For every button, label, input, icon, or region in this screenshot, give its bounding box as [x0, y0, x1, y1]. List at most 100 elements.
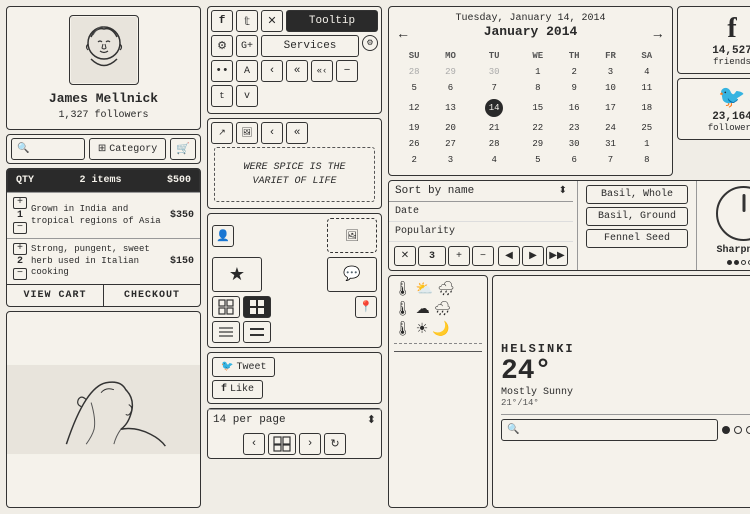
sort-arrow[interactable]: ⬍	[559, 185, 567, 197]
dot-2[interactable]	[734, 426, 742, 434]
cal-day[interactable]: 20	[433, 121, 467, 135]
prev-prev-btn[interactable]: «	[286, 60, 308, 82]
cal-day[interactable]: 9	[557, 81, 591, 95]
cal-day[interactable]: 13	[433, 97, 467, 119]
grid-page-btn[interactable]	[268, 433, 296, 455]
qty-decrease-1[interactable]: −	[13, 222, 27, 234]
category-button[interactable]: ⊞ Category	[89, 138, 166, 160]
cal-next-btn[interactable]: →	[650, 27, 666, 43]
next-page-btn[interactable]: ›	[299, 433, 321, 455]
cal-day[interactable]: 4	[630, 65, 664, 79]
cal-day[interactable]: 5	[521, 153, 555, 167]
cal-day[interactable]: 18	[630, 97, 664, 119]
cal-day[interactable]: 10	[593, 81, 627, 95]
qty-increase-1[interactable]: +	[13, 197, 27, 209]
cal-day[interactable]: 7	[470, 81, 519, 95]
tumblr-btn[interactable]: t	[211, 85, 233, 107]
dot-3[interactable]	[746, 426, 750, 434]
cal-day[interactable]: 25	[630, 121, 664, 135]
dot-1[interactable]	[722, 426, 730, 434]
list-view2-btn[interactable]	[243, 321, 271, 343]
chat-btn[interactable]: 💬	[327, 257, 377, 292]
arrow-left3-btn[interactable]: «	[286, 122, 308, 144]
facebook-icon-btn[interactable]: f	[211, 10, 233, 32]
user-icon-btn[interactable]: 👤	[212, 225, 234, 247]
sort-popularity[interactable]: Popularity	[389, 222, 573, 242]
cal-day[interactable]: 26	[397, 137, 431, 151]
cal-day[interactable]: 15	[521, 97, 555, 119]
cal-day[interactable]: 27	[433, 137, 467, 151]
ctrl-plus-btn[interactable]: +	[448, 246, 470, 266]
cal-day[interactable]: 17	[593, 97, 627, 119]
ctrl-next-btn[interactable]: ▶▶	[546, 246, 568, 266]
cal-day[interactable]: 19	[397, 121, 431, 135]
cal-day[interactable]: 28	[397, 65, 431, 79]
gear-icon-btn[interactable]: ⚙	[362, 35, 378, 51]
cal-day[interactable]: 5	[397, 81, 431, 95]
text-btn[interactable]: A	[236, 60, 258, 82]
share-btn[interactable]: ↗	[211, 122, 233, 144]
tweet-button[interactable]: 🐦 Tweet	[212, 357, 275, 377]
ctrl-play-btn[interactable]: ▶	[522, 246, 544, 266]
prev-btn[interactable]: ‹	[261, 60, 283, 82]
refresh-btn[interactable]: ↻	[324, 433, 346, 455]
cal-day[interactable]: 8	[630, 153, 664, 167]
tooltip-button[interactable]: Tooltip	[286, 10, 378, 32]
cal-day[interactable]: 30	[470, 65, 519, 79]
cal-day[interactable]: 28	[470, 137, 519, 151]
cal-day[interactable]: 1	[630, 137, 664, 151]
cal-day[interactable]: 12	[397, 97, 431, 119]
cal-day[interactable]: 31	[593, 137, 627, 151]
ctrl-prev-btn[interactable]: ◀	[498, 246, 520, 266]
star-btn[interactable]: ★	[212, 257, 262, 292]
sort-date[interactable]: Date	[389, 202, 573, 222]
cal-day[interactable]: 4	[470, 153, 519, 167]
cal-day[interactable]: 11	[630, 81, 664, 95]
cal-day[interactable]: 3	[433, 153, 467, 167]
cal-day[interactable]: 22	[521, 121, 555, 135]
cal-day[interactable]: 6	[433, 81, 467, 95]
cal-day[interactable]: 7	[593, 153, 627, 167]
close-btn[interactable]: ✕	[261, 10, 283, 32]
qty-increase-2[interactable]: +	[13, 243, 27, 255]
cal-day[interactable]: 2	[397, 153, 431, 167]
cal-day[interactable]: 16	[557, 97, 591, 119]
cal-day[interactable]: 29	[521, 137, 555, 151]
minus-btn[interactable]: −	[336, 60, 358, 82]
services-button[interactable]: Services	[261, 35, 359, 57]
cal-day[interactable]: 14	[470, 97, 519, 119]
cart-icon-button[interactable]: 🛒	[170, 138, 196, 160]
spice-basil-whole[interactable]: Basil, Whole	[586, 185, 688, 204]
cal-day[interactable]: 8	[521, 81, 555, 95]
list-view-btn[interactable]	[212, 321, 240, 343]
view-cart-button[interactable]: VIEW CART	[7, 285, 104, 306]
sharpness-knob[interactable]	[716, 186, 750, 241]
cal-day[interactable]: 21	[470, 121, 519, 135]
search-input[interactable]: 🔍	[11, 138, 85, 160]
grid-4-btn[interactable]	[212, 296, 240, 318]
cal-day[interactable]: 3	[593, 65, 627, 79]
grid-4-dark-btn[interactable]	[243, 296, 271, 318]
spice-fennel-seed[interactable]: Fennel Seed	[586, 229, 688, 248]
cal-prev-btn[interactable]: ←	[395, 27, 411, 43]
cal-day[interactable]: 29	[433, 65, 467, 79]
cal-day[interactable]: 30	[557, 137, 591, 151]
cal-day[interactable]: 6	[557, 153, 591, 167]
spice-basil-ground[interactable]: Basil, Ground	[586, 207, 688, 226]
image-btn[interactable]: 🖼	[236, 122, 258, 144]
like-button[interactable]: f Like	[212, 380, 263, 399]
v-btn[interactable]: v	[236, 85, 258, 107]
bottom-search-input[interactable]: 🔍	[501, 419, 718, 441]
settings-icon-btn[interactable]: ⚙	[211, 35, 233, 57]
cal-day[interactable]: 2	[557, 65, 591, 79]
arrow-left2-btn[interactable]: ‹	[261, 122, 283, 144]
ctrl-x-btn[interactable]: ✕	[394, 246, 416, 266]
checkout-button[interactable]: CHECKOUT	[104, 285, 200, 306]
ctrl-minus2-btn[interactable]: −	[472, 246, 494, 266]
prev-prev-prev-btn[interactable]: «‹	[311, 60, 333, 82]
cal-day[interactable]: 1	[521, 65, 555, 79]
ellipsis-btn[interactable]: ••	[211, 60, 233, 82]
qty-decrease-2[interactable]: −	[13, 268, 27, 280]
prev-page-btn[interactable]: ‹	[243, 433, 265, 455]
cal-day[interactable]: 24	[593, 121, 627, 135]
